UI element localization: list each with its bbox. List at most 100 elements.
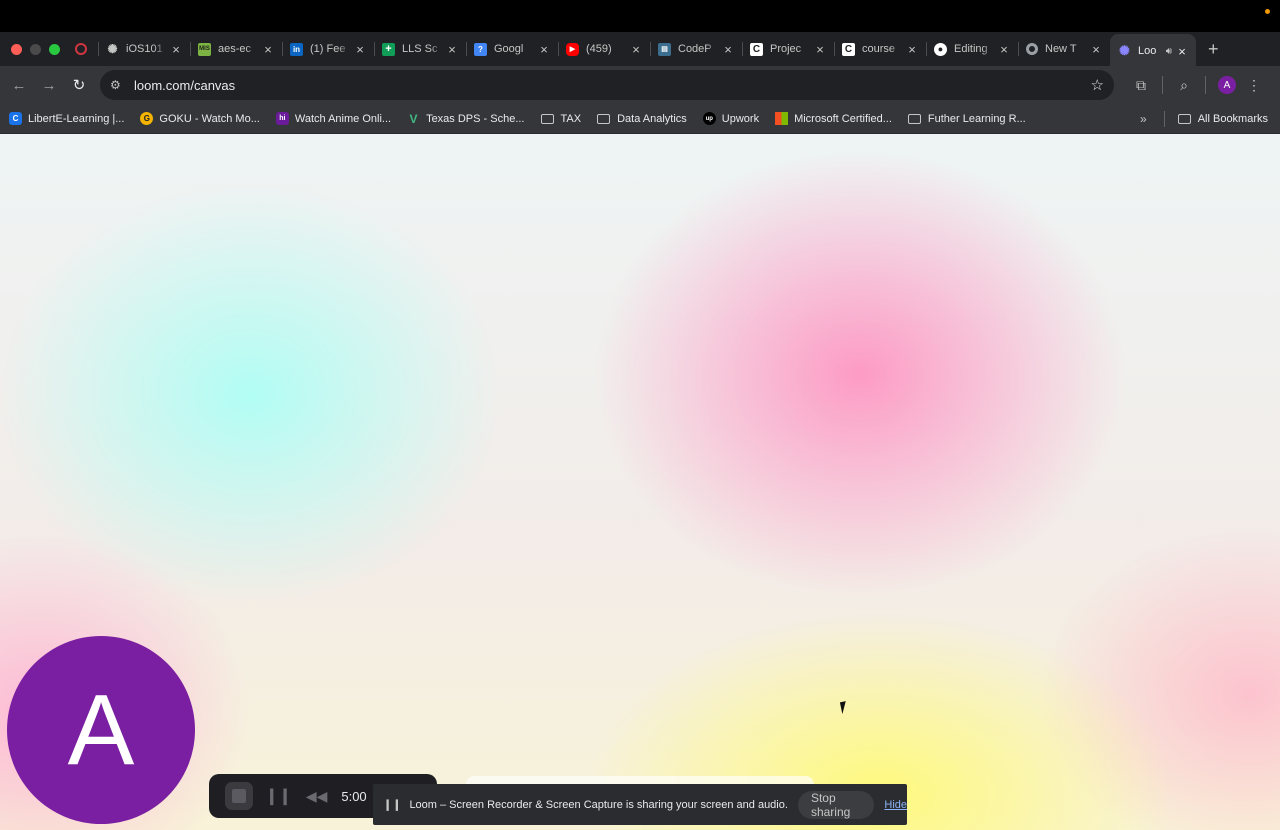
- bookmark-label: Microsoft Certified...: [794, 112, 892, 125]
- close-icon[interactable]: ×: [538, 42, 550, 57]
- close-icon[interactable]: ×: [446, 42, 458, 57]
- tab-label: CodeP: [678, 43, 712, 55]
- rewind-icon[interactable]: ◀◀: [306, 788, 328, 805]
- tab-google[interactable]: ? Googl ×: [466, 34, 558, 64]
- bookmark-upwork[interactable]: up Upwork: [702, 112, 760, 125]
- tab-youtube[interactable]: ▶ (459) ×: [558, 34, 650, 64]
- c-logo-icon: C: [9, 112, 22, 125]
- url-text[interactable]: loom.com/canvas: [134, 78, 1091, 93]
- screen-top-strip: [0, 0, 1280, 32]
- bookmark-label: GOKU - Watch Mo...: [159, 112, 260, 125]
- profile-avatar[interactable]: A: [1218, 76, 1236, 94]
- bookmark-anime[interactable]: hi Watch Anime Onli...: [275, 112, 392, 125]
- tab-label: LLS Sc: [402, 43, 438, 55]
- tab-strip: ✺ iOS101 × MIS aes-ec × in (1) Fee × + L…: [0, 32, 1280, 68]
- bookmark-folder-further-learning[interactable]: Futher Learning R...: [907, 112, 1026, 125]
- coursera-c-icon: C: [842, 42, 855, 56]
- linkedin-icon: in: [290, 42, 303, 56]
- sheets-icon: +: [382, 42, 395, 56]
- speaker-icon[interactable]: 🔊︎: [1166, 46, 1172, 57]
- close-icon[interactable]: ×: [630, 42, 642, 57]
- coursera-c-icon: C: [750, 42, 763, 56]
- vue-icon: V: [409, 111, 418, 126]
- folder-icon: [1177, 114, 1191, 124]
- toolbar-divider: [1162, 76, 1163, 94]
- tab-loom-recorder[interactable]: [68, 34, 98, 64]
- folder-icon: [540, 113, 554, 124]
- extensions-icon[interactable]: ⧉: [1124, 77, 1158, 94]
- tab-lls[interactable]: + LLS Sc ×: [374, 34, 466, 64]
- new-tab-icon[interactable]: +: [1208, 39, 1219, 60]
- forward-arrow-icon[interactable]: →: [34, 77, 64, 94]
- tab-project[interactable]: C Projec ×: [742, 34, 834, 64]
- bookmark-label: Upwork: [721, 112, 760, 125]
- bookmark-label: Watch Anime Onli...: [294, 112, 392, 125]
- close-icon[interactable]: ×: [906, 42, 918, 57]
- camera-bubble[interactable]: A: [7, 636, 195, 824]
- close-icon[interactable]: ×: [1176, 44, 1188, 59]
- side-panel-search-icon[interactable]: ⌕: [1167, 77, 1201, 94]
- bookmark-label: Futher Learning R...: [927, 112, 1026, 125]
- status-dot-icon: [1265, 9, 1270, 14]
- bookmark-folder-tax[interactable]: TAX: [540, 112, 582, 125]
- menu-kebab-icon[interactable]: ⋮: [1244, 77, 1264, 94]
- close-icon[interactable]: ×: [814, 42, 826, 57]
- stop-sharing-button[interactable]: Stop sharing: [797, 790, 875, 819]
- address-bar[interactable]: ⚙︎ loom.com/canvas ☆: [100, 70, 1114, 100]
- folder-icon: [907, 113, 921, 124]
- fullscreen-window-icon[interactable]: [49, 43, 60, 55]
- bookmark-texas-dps[interactable]: V Texas DPS - Sche...: [407, 111, 525, 126]
- microsoft-icon: [775, 112, 789, 125]
- upwork-icon: up: [702, 112, 716, 125]
- tab-new-tab[interactable]: New T ×: [1018, 34, 1110, 64]
- tab-label: (1) Fee: [310, 43, 346, 55]
- stop-recording-button[interactable]: [225, 782, 253, 810]
- close-icon[interactable]: ×: [262, 42, 274, 57]
- tab-label: course: [862, 43, 896, 55]
- tab-label: Loo: [1138, 45, 1157, 57]
- tab-codepath[interactable]: ▤ CodeP ×: [650, 34, 742, 64]
- tab-label: Googl: [494, 43, 524, 55]
- tab-course[interactable]: C course ×: [834, 34, 926, 64]
- bookmark-folder-data-analytics[interactable]: Data Analytics: [597, 113, 687, 125]
- pause-icon[interactable]: ❙❙: [265, 786, 292, 806]
- bookmark-label: TAX: [560, 112, 582, 125]
- forms-icon: ?: [474, 42, 487, 56]
- more-bookmarks-chevron-icon[interactable]: »: [1140, 104, 1147, 134]
- tab-ios101[interactable]: ✺ iOS101 ×: [98, 34, 190, 64]
- toolbar-divider: [1205, 76, 1206, 94]
- tab-linkedin[interactable]: in (1) Fee ×: [282, 34, 374, 64]
- sharing-pause-icon: ❙❙: [383, 799, 402, 811]
- close-icon[interactable]: ×: [1090, 42, 1102, 57]
- bookmark-star-icon[interactable]: ☆: [1091, 76, 1104, 94]
- back-arrow-icon[interactable]: ←: [4, 77, 34, 94]
- close-icon[interactable]: ×: [998, 42, 1010, 57]
- minimize-window-icon[interactable]: [30, 43, 41, 55]
- tab-label: Projec: [770, 43, 802, 55]
- close-icon[interactable]: ×: [354, 42, 366, 57]
- site-info-icon[interactable]: ⚙︎: [110, 78, 124, 92]
- bookmark-label: Data Analytics: [617, 112, 687, 125]
- bookmark-label: LibertE-Learning |...: [28, 112, 125, 125]
- mis-icon: MIS: [198, 42, 211, 56]
- sharing-message: Loom – Screen Recorder & Screen Capture …: [409, 798, 788, 811]
- chrome-icon: [1026, 43, 1038, 55]
- tab-aes[interactable]: MIS aes-ec ×: [190, 34, 282, 64]
- youtube-icon: ▶: [566, 42, 579, 56]
- hi-anime-icon: hi: [275, 112, 289, 125]
- tab-github-editing[interactable]: ● Editing ×: [926, 34, 1018, 64]
- bookmark-microsoft[interactable]: Microsoft Certified...: [775, 112, 892, 125]
- codepath-icon: ▤: [658, 42, 671, 56]
- tab-loom-active[interactable]: ✺ Loo 🔊︎ ×: [1110, 34, 1196, 68]
- github-icon: ●: [934, 42, 947, 56]
- tab-label: New T: [1045, 43, 1077, 55]
- reload-icon[interactable]: ↻: [64, 76, 94, 94]
- bookmark-goku[interactable]: G GOKU - Watch Mo...: [140, 112, 260, 125]
- close-icon[interactable]: ×: [170, 42, 182, 57]
- bookmark-liberte[interactable]: C LibertE-Learning |...: [9, 112, 124, 125]
- close-window-icon[interactable]: [11, 43, 22, 55]
- close-icon[interactable]: ×: [722, 42, 734, 57]
- window-controls: [0, 43, 68, 55]
- hide-link[interactable]: Hide: [884, 799, 907, 811]
- all-bookmarks-button[interactable]: All Bookmarks: [1177, 104, 1268, 134]
